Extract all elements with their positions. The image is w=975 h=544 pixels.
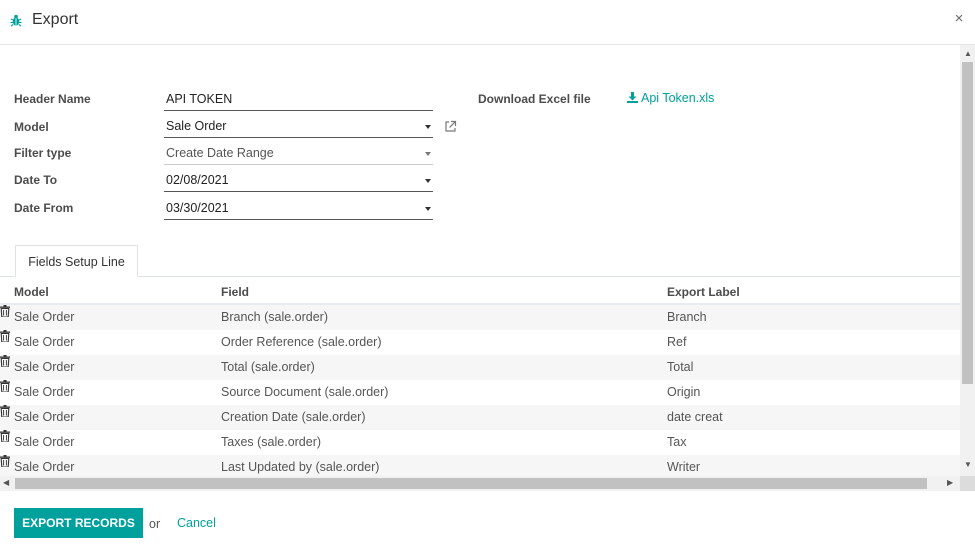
table-row[interactable]: Sale Order Taxes (sale.order) Tax <box>0 430 960 455</box>
cell-export-label: date creat <box>667 410 723 424</box>
scrollbar-corner <box>960 476 975 491</box>
tab-divider <box>0 276 960 277</box>
column-header-model: Model <box>14 285 49 299</box>
filter-type-label: Filter type <box>14 146 72 160</box>
dialog-body: Header Name API TOKEN Model Sale Order F… <box>0 45 960 491</box>
download-icon <box>627 92 638 103</box>
cell-export-label: Writer <box>667 460 701 474</box>
cancel-button[interactable]: Cancel <box>177 516 216 530</box>
dialog-footer: EXPORT RECORDS or Cancel <box>0 491 975 544</box>
table-row[interactable]: Sale Order Branch (sale.order) Branch <box>0 305 960 330</box>
trash-icon[interactable] <box>0 430 10 443</box>
scroll-down-arrow-icon[interactable]: ▼ <box>964 460 972 469</box>
chevron-down-icon <box>425 125 431 129</box>
date-to-label: Date To <box>14 173 58 187</box>
scroll-right-arrow-icon[interactable]: ▶ <box>947 478 953 487</box>
header-name-input[interactable]: API TOKEN <box>164 89 433 111</box>
chevron-down-icon <box>425 207 431 211</box>
cell-export-label: Total <box>667 360 694 374</box>
cell-model: Sale Order <box>14 310 75 324</box>
date-from-input[interactable]: 03/30/2021 <box>164 198 433 220</box>
download-label: Download Excel file <box>478 92 591 106</box>
header-name-label: Header Name <box>14 92 91 106</box>
cell-model: Sale Order <box>14 360 75 374</box>
trash-icon[interactable] <box>0 355 10 368</box>
dialog-title: Export <box>32 11 79 28</box>
cell-model: Sale Order <box>14 460 75 474</box>
model-value: Sale Order <box>166 119 227 133</box>
column-header-export-label: Export Label <box>667 285 740 299</box>
table-row[interactable]: Sale Order Source Document (sale.order) … <box>0 380 960 405</box>
date-to-value: 02/08/2021 <box>166 173 229 187</box>
trash-icon[interactable] <box>0 455 10 468</box>
cell-field: Creation Date (sale.order) <box>221 410 366 424</box>
cell-export-label: Tax <box>667 435 687 449</box>
download-file-name: Api Token.xls <box>641 91 715 105</box>
tab-fields-setup-line[interactable]: Fields Setup Line <box>15 245 138 277</box>
scroll-up-arrow-icon[interactable]: ▲ <box>964 49 972 58</box>
chevron-down-icon <box>425 152 431 156</box>
horizontal-scroll-thumb[interactable] <box>15 478 927 489</box>
cell-model: Sale Order <box>14 335 75 349</box>
or-text: or <box>149 517 161 531</box>
cell-model: Sale Order <box>14 435 75 449</box>
cell-export-label: Origin <box>667 385 701 399</box>
cell-field: Total (sale.order) <box>221 360 315 374</box>
table-row[interactable]: Sale Order Order Reference (sale.order) … <box>0 330 960 355</box>
table-row[interactable]: Sale Order Creation Date (sale.order) da… <box>0 405 960 430</box>
cell-model: Sale Order <box>14 385 75 399</box>
vertical-scroll-thumb[interactable] <box>962 62 973 384</box>
model-select[interactable]: Sale Order <box>164 116 433 138</box>
filter-type-select[interactable]: Create Date Range <box>164 143 433 165</box>
filter-type-value: Create Date Range <box>166 146 274 160</box>
bug-icon <box>10 14 22 27</box>
cell-model: Sale Order <box>14 410 75 424</box>
cell-field: Last Updated by (sale.order) <box>221 460 380 474</box>
date-from-label: Date From <box>14 201 74 215</box>
cell-export-label: Ref <box>667 335 687 349</box>
cell-field: Branch (sale.order) <box>221 310 328 324</box>
date-to-input[interactable]: 02/08/2021 <box>164 170 433 192</box>
external-link-icon[interactable] <box>444 120 457 133</box>
column-header-field: Field <box>221 285 250 299</box>
scroll-left-arrow-icon[interactable]: ◀ <box>3 478 9 487</box>
cell-field: Source Document (sale.order) <box>221 385 389 399</box>
export-records-button[interactable]: EXPORT RECORDS <box>14 508 143 538</box>
download-file-link[interactable]: Api Token.xls <box>627 91 714 105</box>
vertical-scrollbar[interactable]: ▲ ▼ <box>960 45 975 476</box>
dialog-header: Export × <box>0 0 975 45</box>
table-row[interactable]: Sale Order Total (sale.order) Total <box>0 355 960 380</box>
horizontal-scrollbar[interactable]: ◀ ▶ <box>0 476 960 491</box>
date-from-value: 03/30/2021 <box>166 201 229 215</box>
close-button[interactable]: × <box>952 10 966 27</box>
cell-field: Taxes (sale.order) <box>221 435 322 449</box>
cell-export-label: Branch <box>667 310 707 324</box>
trash-icon[interactable] <box>0 405 10 418</box>
header-name-value: API TOKEN <box>166 92 233 106</box>
cell-field: Order Reference (sale.order) <box>221 335 382 349</box>
trash-icon[interactable] <box>0 305 10 318</box>
trash-icon[interactable] <box>0 330 10 343</box>
chevron-down-icon <box>425 179 431 183</box>
trash-icon[interactable] <box>0 380 10 393</box>
model-label: Model <box>14 120 49 134</box>
